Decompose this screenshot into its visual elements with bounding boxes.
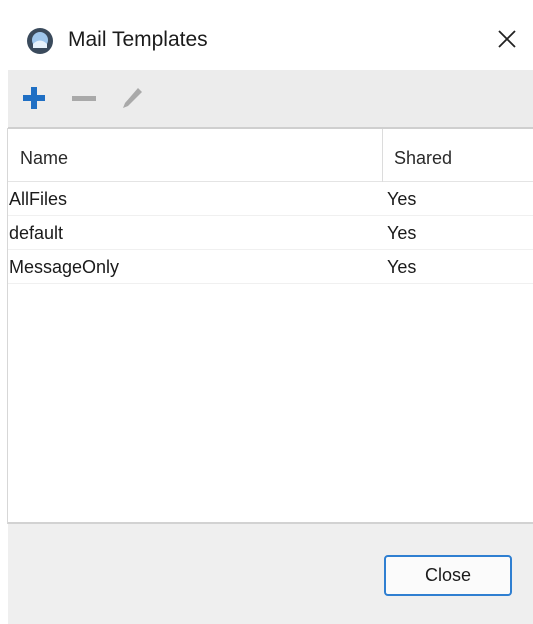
pencil-icon bbox=[123, 88, 142, 108]
edit-button[interactable] bbox=[116, 82, 148, 114]
mail-templates-dialog: Mail Templates Name Shared AllFiles Yes … bbox=[0, 0, 533, 624]
app-logo-icon bbox=[26, 27, 54, 55]
cell-shared: Yes bbox=[387, 223, 417, 243]
toolbar bbox=[8, 70, 533, 127]
table-header: Name Shared bbox=[8, 129, 533, 182]
column-header-shared[interactable]: Shared bbox=[394, 129, 452, 182]
table-row[interactable]: MessageOnly Yes bbox=[8, 250, 533, 284]
table-row[interactable]: default Yes bbox=[8, 216, 533, 250]
cell-shared: Yes bbox=[387, 189, 417, 209]
remove-button[interactable] bbox=[68, 82, 100, 114]
footer: Close bbox=[8, 524, 533, 624]
close-icon[interactable] bbox=[492, 24, 522, 54]
cell-name: AllFiles bbox=[9, 189, 68, 209]
cell-shared: Yes bbox=[387, 257, 417, 277]
column-header-name[interactable]: Name bbox=[20, 129, 68, 182]
cell-name: default bbox=[9, 223, 64, 243]
table-row[interactable]: AllFiles Yes bbox=[8, 182, 533, 216]
title-bar: Mail Templates bbox=[0, 0, 533, 74]
close-button[interactable]: Close bbox=[384, 555, 512, 596]
minus-icon bbox=[72, 96, 96, 101]
window-title: Mail Templates bbox=[68, 28, 208, 51]
templates-table: Name Shared AllFiles Yes default Yes Mes… bbox=[8, 129, 533, 523]
plus-icon bbox=[23, 87, 45, 109]
cell-name: MessageOnly bbox=[9, 257, 120, 277]
column-divider[interactable] bbox=[382, 129, 383, 182]
add-button[interactable] bbox=[18, 82, 50, 114]
